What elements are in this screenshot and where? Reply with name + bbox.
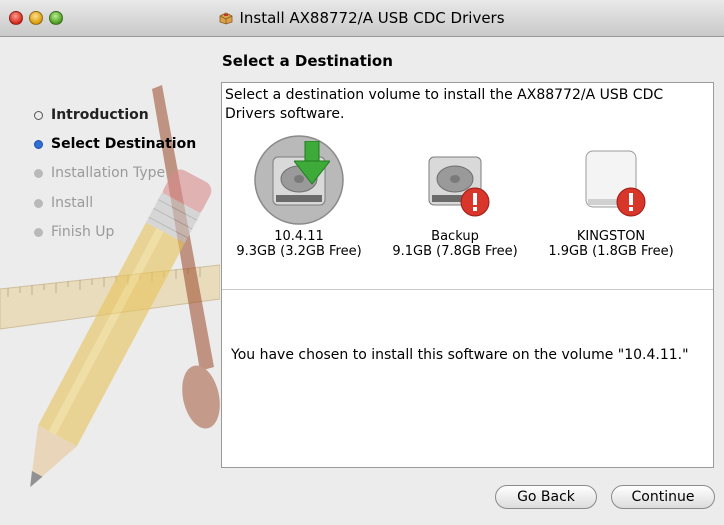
go-back-button[interactable]: Go Back <box>495 485 597 509</box>
volume-size: 1.9GB (1.8GB Free) <box>548 244 674 259</box>
volume-name: KINGSTON <box>576 229 646 244</box>
instruction-text: Select a destination volume to install t… <box>225 87 664 122</box>
page-title: Select a Destination <box>222 52 393 70</box>
volume-item-10-4-11[interactable]: 10.4.11 9.3GB (3.2GB Free) <box>224 135 374 259</box>
window-title: Install AX88772/A USB CDC Drivers <box>239 9 505 27</box>
volume-name: Backup <box>431 229 479 244</box>
destination-panel: Select a destination volume to install t… <box>221 82 714 468</box>
step-done-bullet-icon <box>34 110 43 120</box>
step-pending-bullet-icon <box>34 198 43 208</box>
step-label: Introduction <box>51 107 149 123</box>
continue-button[interactable]: Continue <box>611 485 715 509</box>
volume-icon-holder <box>566 135 656 225</box>
step-label: Installation Type <box>51 165 166 181</box>
step-install: Install <box>34 195 93 211</box>
step-current-bullet-icon <box>34 139 43 149</box>
green-arrow-icon <box>294 141 330 185</box>
step-label: Install <box>51 195 94 211</box>
volume-name: 10.4.11 <box>274 229 324 244</box>
volume-item-kingston[interactable]: KINGSTON 1.9GB (1.8GB Free) <box>536 135 686 259</box>
installer-window: Install AX88772/A USB CDC Drivers Introd… <box>0 0 724 525</box>
step-select-destination: Select Destination <box>34 136 196 152</box>
volume-item-backup[interactable]: Backup 9.1GB (7.8GB Free) <box>380 135 530 259</box>
step-pending-bullet-icon <box>34 168 43 178</box>
step-label: Finish Up <box>51 224 115 240</box>
volume-icon-holder <box>410 135 500 225</box>
volume-size: 9.1GB (7.8GB Free) <box>392 244 518 259</box>
selection-message: You have chosen to install this software… <box>231 347 689 363</box>
volume-icon-holder <box>254 135 344 225</box>
step-finish-up: Finish Up <box>34 224 114 240</box>
sidebar: Introduction Select Destination Installa… <box>0 37 220 525</box>
step-introduction: Introduction <box>34 107 149 123</box>
alert-icon <box>460 187 490 217</box>
volume-list: 10.4.11 9.3GB (3.2GB Free) Backup 9.1GB … <box>222 135 713 315</box>
volume-size: 9.3GB (3.2GB Free) <box>236 244 362 259</box>
title-bar: Install AX88772/A USB CDC Drivers <box>0 0 724 37</box>
package-icon <box>220 12 233 25</box>
panel-divider <box>222 289 713 290</box>
step-installation-type: Installation Type <box>34 165 165 181</box>
window-title-area: Install AX88772/A USB CDC Drivers <box>0 9 724 27</box>
step-pending-bullet-icon <box>34 227 43 237</box>
alert-icon <box>616 187 646 217</box>
step-label: Select Destination <box>51 136 197 152</box>
